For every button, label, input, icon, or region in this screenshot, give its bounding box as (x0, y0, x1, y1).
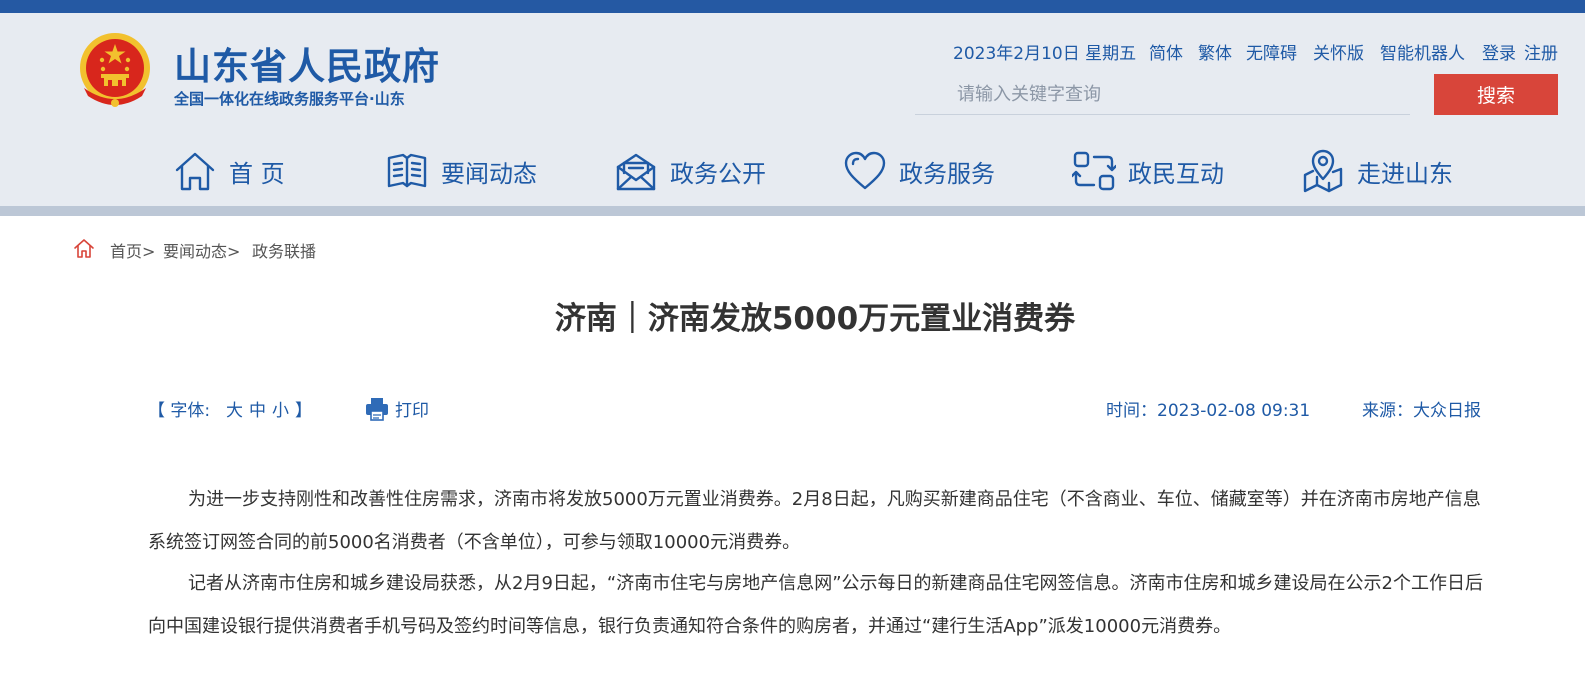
nav-label: 首 页 (229, 159, 285, 188)
printer-icon[interactable] (364, 396, 390, 422)
link-traditional[interactable]: 繁体 (1198, 39, 1232, 64)
header-divider (0, 206, 1585, 216)
nav-label: 要闻动态 (441, 159, 537, 188)
search-input[interactable] (957, 80, 1397, 108)
nav-about-shandong[interactable]: 走进山东 (1301, 146, 1453, 196)
nav-label: 政务公开 (670, 159, 766, 188)
font-size-bracket: 】 (295, 401, 312, 421)
home-icon (175, 152, 215, 191)
article-title: 济南｜济南发放5000万元置业消费券 (554, 301, 1076, 337)
nav-open-government[interactable]: 政务公开 (614, 146, 766, 196)
article-paragraph: 记者从济南市住房和城乡建设局获悉，从2月9日起，“济南市住宅与房地产信息网”公示… (148, 573, 1483, 637)
breadcrumb-current: 政务联播 (252, 242, 317, 261)
site-title[interactable]: 山东省人民政府 (174, 36, 440, 90)
link-register[interactable]: 注册 (1524, 39, 1558, 64)
nav-public-interaction[interactable]: 政民互动 (1072, 146, 1224, 196)
article-paragraph: 为进一步支持刚性和改善性住房需求，济南市将发放5000万元置业消费券。2月8日起… (148, 489, 1481, 553)
map-pin-icon (1303, 149, 1343, 193)
search-box (915, 75, 1410, 115)
link-login[interactable]: 登录 (1482, 39, 1516, 64)
print-link[interactable]: 打印 (395, 396, 429, 421)
exchange-icon (1072, 151, 1116, 191)
font-size-medium[interactable]: 中 (249, 396, 266, 421)
envelope-icon (616, 153, 656, 191)
nav-news[interactable]: 要闻动态 (385, 146, 537, 196)
nav-home[interactable]: 首 页 (173, 146, 285, 196)
nav-label: 政务服务 (899, 159, 995, 188)
link-accessibility[interactable]: 无障碍 (1246, 39, 1297, 64)
heart-icon (844, 151, 886, 190)
home-icon[interactable] (73, 237, 95, 259)
font-size-large[interactable]: 大 (226, 396, 243, 421)
site-subtitle: 全国一体化在线政务服务平台·山东 (174, 90, 405, 108)
link-smart-robot[interactable]: 智能机器人 (1380, 39, 1465, 64)
national-emblem-icon (80, 33, 150, 107)
article-source: 来源：大众日报 (1362, 401, 1481, 421)
current-date: 2023年2月10日 星期五 (953, 44, 1137, 64)
top-bar (0, 0, 1585, 13)
book-icon (387, 153, 427, 188)
breadcrumb-home[interactable]: 首页> (110, 238, 155, 262)
search-button[interactable]: 搜索 (1434, 74, 1558, 115)
font-size-label: 【 字体: (148, 401, 211, 421)
font-size-small[interactable]: 小 (272, 396, 289, 421)
link-simplified[interactable]: 简体 (1149, 39, 1183, 64)
publish-time: 时间：2023-02-08 09:31 (1106, 401, 1311, 421)
nav-label: 政民互动 (1128, 159, 1224, 188)
link-care-version[interactable]: 关怀版 (1313, 39, 1364, 64)
breadcrumb-news[interactable]: 要闻动态> (163, 238, 240, 262)
nav-government-services[interactable]: 政务服务 (843, 146, 995, 196)
nav-label: 走进山东 (1357, 159, 1453, 188)
